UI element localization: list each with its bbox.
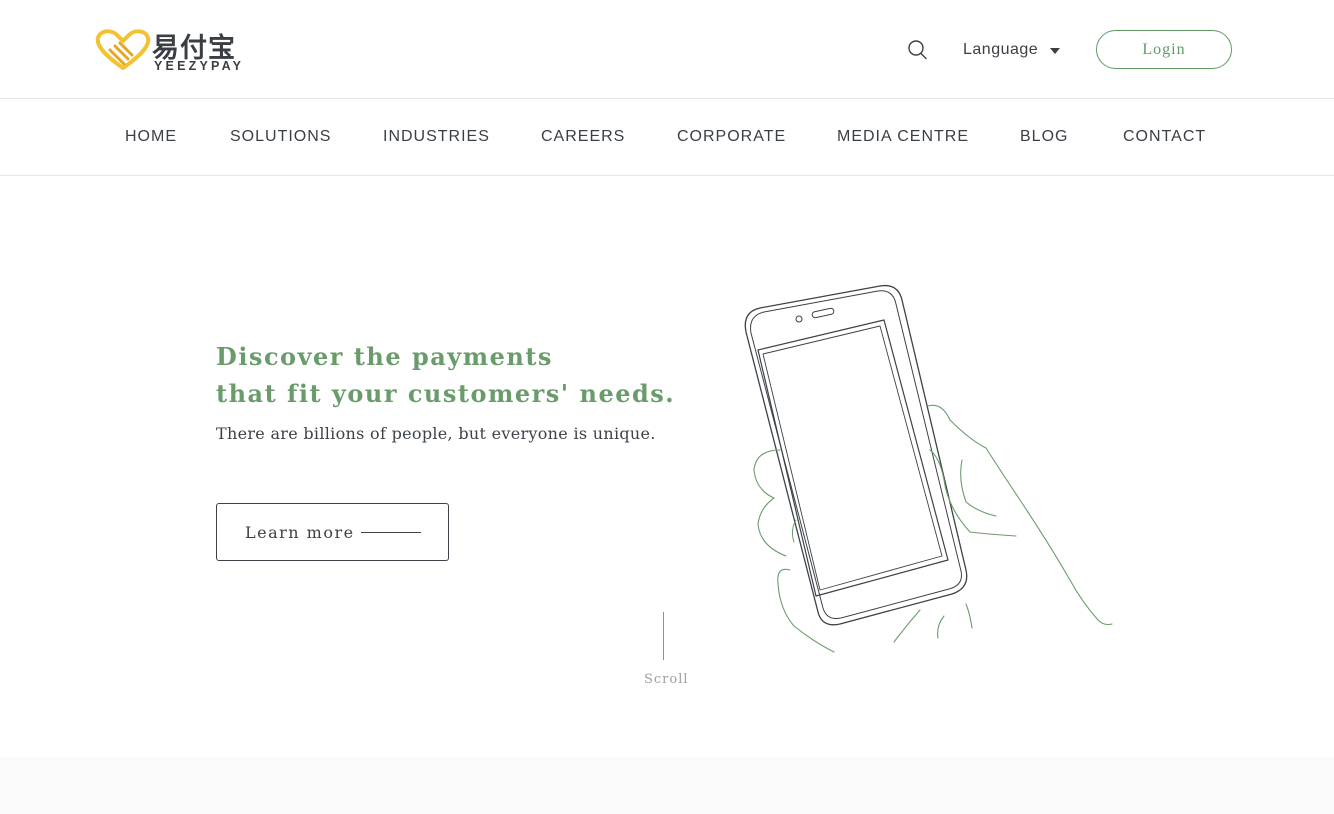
nav-item-home[interactable]: HOME	[125, 128, 177, 146]
scroll-indicator-line	[663, 612, 664, 660]
logo-english-text: YEEZYPAY	[154, 59, 245, 73]
nav-item-contact[interactable]: CONTACT	[1123, 128, 1206, 146]
nav-item-corporate[interactable]: CORPORATE	[677, 128, 786, 146]
hero-title-line-2: that fit your customers' needs.	[216, 379, 676, 408]
heart-logo-icon	[95, 29, 151, 70]
nav-item-solutions[interactable]: SOLUTIONS	[230, 128, 331, 146]
learn-more-button[interactable]: Learn more	[216, 503, 449, 561]
nav-item-media-centre[interactable]: MEDIA CENTRE	[837, 128, 969, 146]
nav-item-industries[interactable]: INDUSTRIES	[383, 128, 490, 146]
search-icon[interactable]	[905, 38, 929, 62]
hero-title: Discover the payments that fit your cust…	[216, 338, 675, 412]
brand-logo[interactable]: 易付宝 YEEZYPAY	[94, 26, 254, 74]
main-navigation: HOME SOLUTIONS INDUSTRIES CAREERS CORPOR…	[0, 99, 1334, 176]
login-button[interactable]: Login	[1096, 30, 1232, 69]
next-section-band	[0, 757, 1334, 814]
hero-subtitle: There are billions of people, but everyo…	[216, 424, 656, 443]
nav-item-blog[interactable]: BLOG	[1020, 128, 1068, 146]
hand-holding-phone-icon	[744, 284, 1113, 653]
learn-more-label: Learn more	[245, 523, 355, 542]
top-header: 易付宝 YEEZYPAY Language Login	[0, 0, 1334, 99]
nav-item-careers[interactable]: CAREERS	[541, 128, 625, 146]
scroll-label[interactable]: Scroll	[644, 672, 689, 687]
language-selector[interactable]: Language	[963, 41, 1038, 59]
arrow-line-icon	[361, 532, 421, 533]
hero-title-line-1: Discover the payments	[216, 342, 553, 371]
caret-down-icon[interactable]	[1050, 48, 1060, 54]
